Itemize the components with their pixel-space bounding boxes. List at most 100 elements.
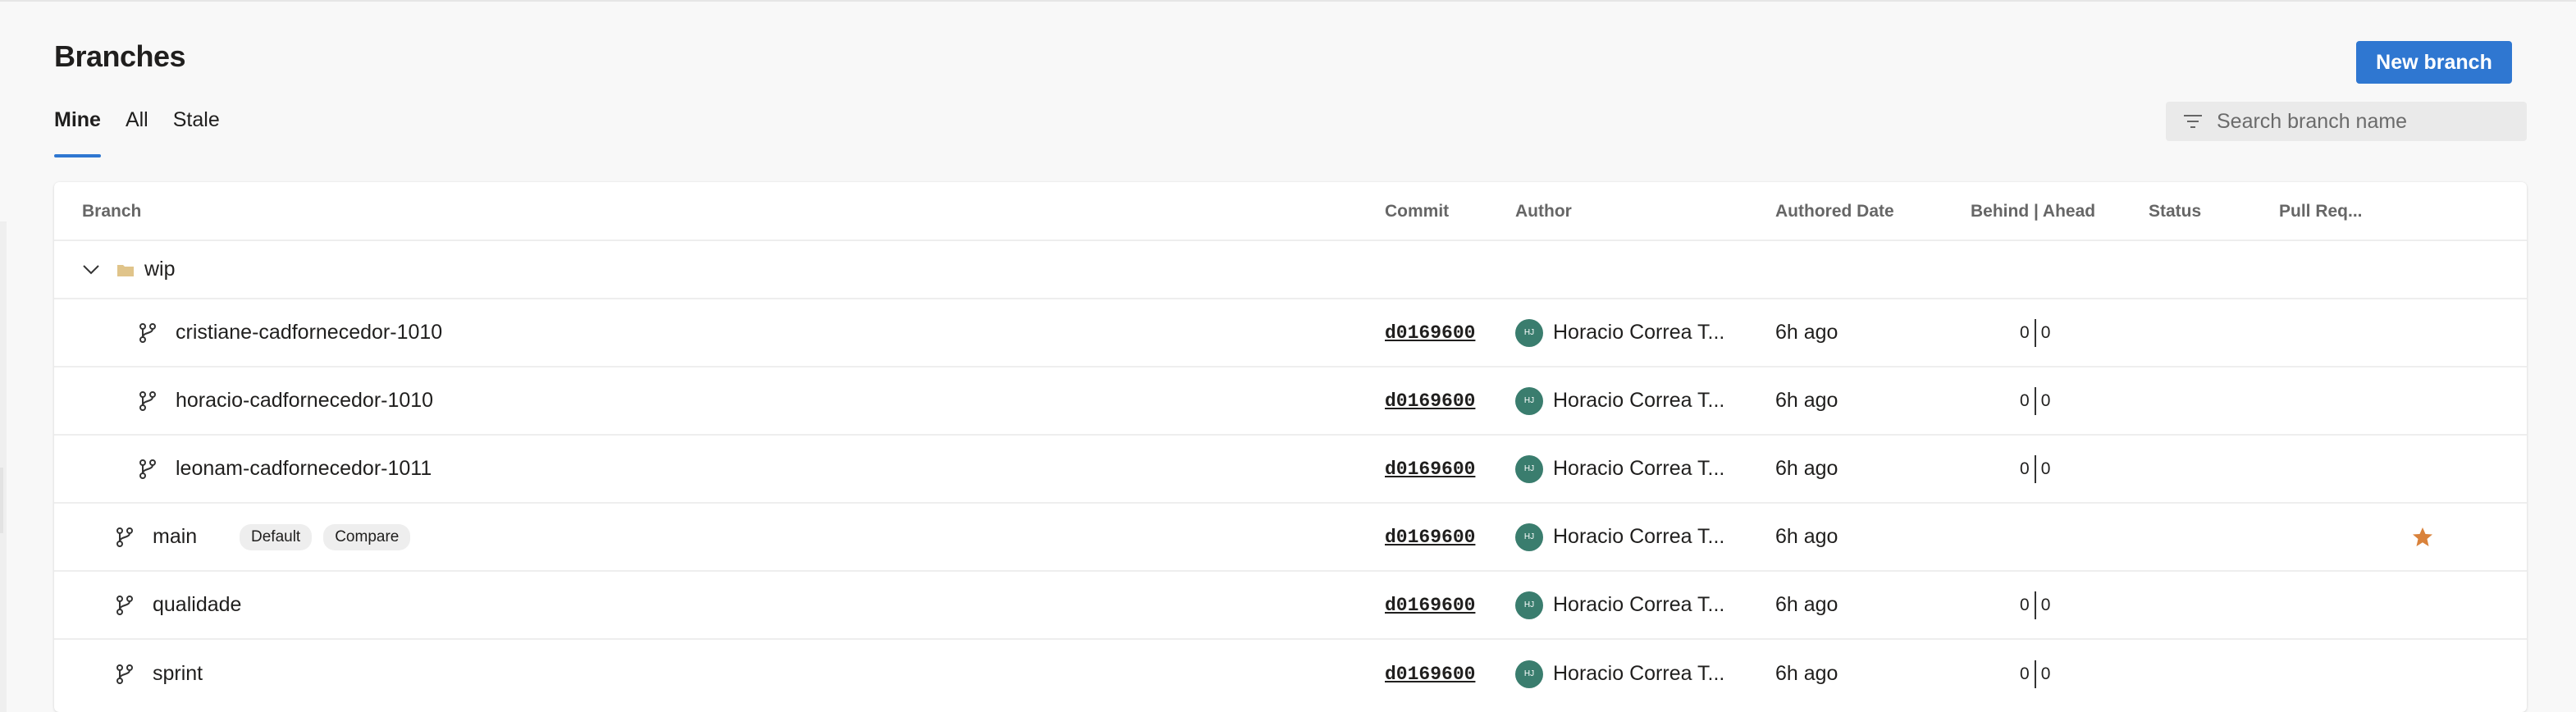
- date-cell: 6h ago: [1775, 593, 1838, 616]
- table-header: Branch Commit Author Authored Date Behin…: [54, 182, 2527, 241]
- ahead-count: 0: [2040, 322, 2051, 342]
- table-row[interactable]: main Default Compare d0169600 HJ Horacio…: [54, 504, 2527, 572]
- commit-link[interactable]: d0169600: [1385, 664, 1475, 685]
- commit-cell: d0169600: [1385, 436, 1475, 502]
- behind-ahead-divider: [2034, 386, 2036, 415]
- branch-icon: [139, 390, 156, 411]
- author-cell: HJ Horacio Correa T...: [1515, 572, 1724, 638]
- avatar: HJ: [1515, 318, 1543, 347]
- branch-cell: leonam-cadfornecedor-1011: [138, 436, 432, 502]
- search-input[interactable]: [2217, 109, 2512, 134]
- date-cell: 6h ago: [1775, 321, 1838, 344]
- table-row[interactable]: qualidade d0169600 HJ Horacio Correa T..…: [54, 572, 2527, 640]
- author-cell: HJ Horacio Correa T...: [1515, 640, 1724, 708]
- search-box: [2166, 102, 2527, 141]
- avatar: HJ: [1515, 660, 1543, 688]
- author-name: Horacio Correa T...: [1553, 457, 1725, 480]
- folder-icon: [117, 264, 134, 276]
- author-name: Horacio Correa T...: [1553, 662, 1725, 685]
- branch-name[interactable]: qualidade: [153, 593, 241, 617]
- star-icon[interactable]: [2412, 527, 2433, 548]
- header-behind-ahead[interactable]: Behind | Ahead: [1971, 202, 2095, 221]
- behind-count: 0: [2020, 390, 2030, 410]
- branch-cell: main Default Compare: [115, 504, 411, 570]
- branches-table: Branch Commit Author Authored Date Behin…: [54, 182, 2527, 712]
- branch-name[interactable]: sprint: [153, 662, 203, 686]
- commit-link[interactable]: d0169600: [1385, 390, 1475, 412]
- header-pull-request[interactable]: Pull Req...: [2279, 202, 2363, 221]
- ahead-count: 0: [2040, 390, 2051, 410]
- avatar: HJ: [1515, 523, 1543, 551]
- behind-ahead-divider: [2034, 591, 2036, 619]
- date-cell: 6h ago: [1775, 525, 1838, 548]
- branch-icon: [116, 664, 133, 684]
- commit-link[interactable]: d0169600: [1385, 527, 1475, 548]
- avatar: HJ: [1515, 591, 1543, 619]
- commit-link[interactable]: d0169600: [1385, 459, 1475, 480]
- chevron-down-icon[interactable]: [82, 264, 100, 276]
- folder-cell: wip: [82, 241, 176, 298]
- branch-name[interactable]: horacio-cadfornecedor-1010: [176, 389, 433, 413]
- compare-badge[interactable]: Compare: [323, 523, 411, 550]
- behind-count: 0: [2020, 595, 2030, 614]
- ahead-count: 0: [2040, 664, 2051, 683]
- avatar: HJ: [1515, 454, 1543, 483]
- branch-icon: [139, 459, 156, 479]
- author-name: Horacio Correa T...: [1553, 389, 1725, 412]
- author-cell: HJ Horacio Correa T...: [1515, 504, 1724, 570]
- date-cell: 6h ago: [1775, 662, 1838, 685]
- ahead-count: 0: [2040, 595, 2051, 614]
- header-authored-date[interactable]: Authored Date: [1775, 202, 1894, 221]
- folder-name: wip: [144, 258, 176, 281]
- branch-cell: qualidade: [115, 572, 241, 638]
- commit-cell: d0169600: [1385, 572, 1475, 638]
- table-row[interactable]: cristiane-cadfornecedor-1010 d0169600 HJ…: [54, 299, 2527, 367]
- table-row[interactable]: leonam-cadfornecedor-1011 d0169600 HJ Ho…: [54, 436, 2527, 504]
- branch-cell: horacio-cadfornecedor-1010: [138, 367, 433, 434]
- behind-ahead: 00: [2020, 640, 2050, 708]
- favorite-cell: [2412, 504, 2433, 570]
- tab-stale[interactable]: Stale: [173, 108, 220, 157]
- header-branch[interactable]: Branch: [82, 202, 141, 221]
- folder-row-wip[interactable]: wip: [54, 241, 2527, 299]
- behind-ahead: 00: [2020, 436, 2050, 502]
- behind-ahead-divider: [2034, 318, 2036, 347]
- left-panel-edge: [0, 221, 7, 712]
- left-panel-edge-accent: [0, 468, 3, 533]
- filter-icon[interactable]: [2182, 113, 2204, 130]
- commit-cell: d0169600: [1385, 640, 1475, 708]
- header-author[interactable]: Author: [1515, 202, 1572, 221]
- author-cell: HJ Horacio Correa T...: [1515, 367, 1724, 434]
- table-row[interactable]: horacio-cadfornecedor-1010 d0169600 HJ H…: [54, 367, 2527, 436]
- author-name: Horacio Correa T...: [1553, 525, 1725, 548]
- date-cell: 6h ago: [1775, 457, 1838, 480]
- author-name: Horacio Correa T...: [1553, 321, 1725, 344]
- branch-icon: [116, 527, 133, 547]
- default-badge: Default: [240, 523, 313, 550]
- date-cell: 6h ago: [1775, 389, 1838, 412]
- branch-icon: [139, 322, 156, 343]
- commit-link[interactable]: d0169600: [1385, 595, 1475, 616]
- branch-tabs: Mine All Stale: [54, 108, 220, 157]
- behind-count: 0: [2020, 459, 2030, 478]
- branch-cell: sprint: [115, 640, 203, 708]
- behind-ahead: 00: [2020, 572, 2050, 638]
- avatar: HJ: [1515, 386, 1543, 415]
- branch-icon: [116, 595, 133, 615]
- new-branch-button[interactable]: New branch: [2356, 41, 2512, 84]
- branch-name[interactable]: main: [153, 525, 228, 549]
- table-row[interactable]: sprint d0169600 HJ Horacio Correa T... 6…: [54, 640, 2527, 708]
- branch-name[interactable]: cristiane-cadfornecedor-1010: [176, 321, 442, 345]
- tab-all[interactable]: All: [126, 108, 148, 157]
- author-cell: HJ Horacio Correa T...: [1515, 436, 1724, 502]
- behind-count: 0: [2020, 322, 2030, 342]
- commit-cell: d0169600: [1385, 299, 1475, 366]
- behind-ahead-divider: [2034, 454, 2036, 483]
- tab-mine[interactable]: Mine: [54, 108, 101, 157]
- branch-name[interactable]: leonam-cadfornecedor-1011: [176, 457, 432, 481]
- page-title: Branches: [54, 39, 186, 73]
- commit-link[interactable]: d0169600: [1385, 322, 1475, 344]
- ahead-count: 0: [2040, 459, 2051, 478]
- header-status[interactable]: Status: [2149, 202, 2201, 221]
- header-commit[interactable]: Commit: [1385, 202, 1449, 221]
